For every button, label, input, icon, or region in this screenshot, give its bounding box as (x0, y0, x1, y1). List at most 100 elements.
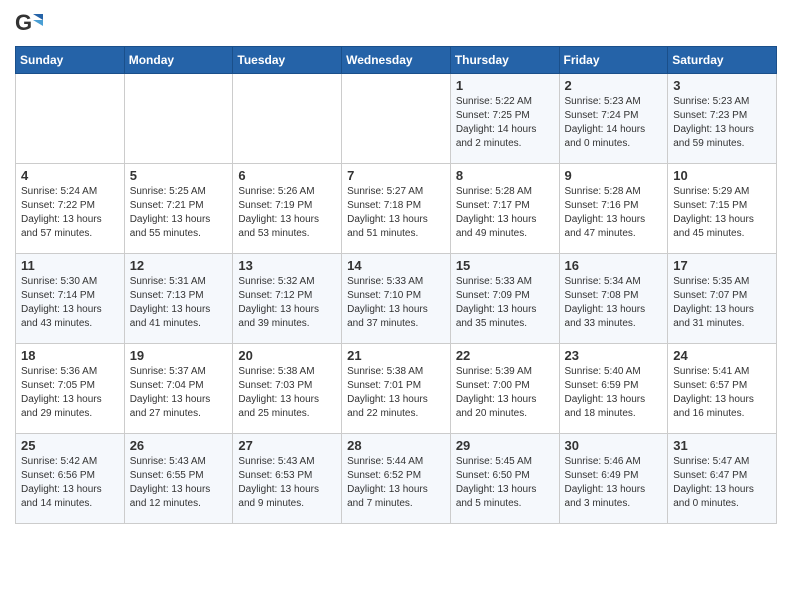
calendar-cell: 24 Sunrise: 5:41 AM Sunset: 6:57 PM Dayli… (668, 344, 777, 434)
day-info: Sunrise: 5:27 AM Sunset: 7:18 PM Dayligh… (347, 185, 445, 241)
day-number: 14 (347, 258, 445, 273)
day-number: 27 (238, 438, 336, 453)
day-header-sunday: Sunday (16, 47, 125, 74)
days-header-row: SundayMondayTuesdayWednesdayThursdayFrid… (16, 47, 777, 74)
day-info: Sunrise: 5:43 AM Sunset: 6:53 PM Dayligh… (238, 455, 336, 511)
day-number: 9 (565, 168, 663, 183)
day-info: Sunrise: 5:32 AM Sunset: 7:12 PM Dayligh… (238, 275, 336, 331)
calendar-cell: 27 Sunrise: 5:43 AM Sunset: 6:53 PM Dayli… (233, 434, 342, 524)
calendar-cell: 4 Sunrise: 5:24 AM Sunset: 7:22 PM Daylig… (16, 164, 125, 254)
day-number: 30 (565, 438, 663, 453)
day-number: 24 (673, 348, 771, 363)
day-number: 20 (238, 348, 336, 363)
day-number: 11 (21, 258, 119, 273)
day-info: Sunrise: 5:47 AM Sunset: 6:47 PM Dayligh… (673, 455, 771, 511)
day-number: 8 (456, 168, 554, 183)
day-header-monday: Monday (124, 47, 233, 74)
day-info: Sunrise: 5:24 AM Sunset: 7:22 PM Dayligh… (21, 185, 119, 241)
day-header-thursday: Thursday (450, 47, 559, 74)
day-info: Sunrise: 5:23 AM Sunset: 7:24 PM Dayligh… (565, 95, 663, 151)
calendar-cell: 12Sunrise: 5:31 AM Sunset: 7:13 PM Dayli… (124, 254, 233, 344)
day-number: 10 (673, 168, 771, 183)
week-row-3: 11Sunrise: 5:30 AM Sunset: 7:14 PM Dayli… (16, 254, 777, 344)
calendar-cell: 16 Sunrise: 5:34 AM Sunset: 7:08 PM Dayli… (559, 254, 668, 344)
day-number: 1 (456, 78, 554, 93)
day-info: Sunrise: 5:46 AM Sunset: 6:49 PM Dayligh… (565, 455, 663, 511)
day-number: 25 (21, 438, 119, 453)
page-header: G (15, 10, 777, 38)
day-info: Sunrise: 5:33 AM Sunset: 7:09 PM Dayligh… (456, 275, 554, 331)
logo-icon: G (15, 10, 43, 38)
day-number: 31 (673, 438, 771, 453)
day-info: Sunrise: 5:36 AM Sunset: 7:05 PM Dayligh… (21, 365, 119, 421)
day-info: Sunrise: 5:22 AM Sunset: 7:25 PM Dayligh… (456, 95, 554, 151)
day-header-saturday: Saturday (668, 47, 777, 74)
logo: G (15, 10, 47, 38)
day-info: Sunrise: 5:28 AM Sunset: 7:17 PM Dayligh… (456, 185, 554, 241)
calendar-cell: 9 Sunrise: 5:28 AM Sunset: 7:16 PM Daylig… (559, 164, 668, 254)
day-info: Sunrise: 5:23 AM Sunset: 7:23 PM Dayligh… (673, 95, 771, 151)
calendar-cell: 6 Sunrise: 5:26 AM Sunset: 7:19 PM Daylig… (233, 164, 342, 254)
day-info: Sunrise: 5:34 AM Sunset: 7:08 PM Dayligh… (565, 275, 663, 331)
day-number: 17 (673, 258, 771, 273)
calendar-cell: 14 Sunrise: 5:33 AM Sunset: 7:10 PM Dayli… (342, 254, 451, 344)
calendar-cell: 15 Sunrise: 5:33 AM Sunset: 7:09 PM Dayli… (450, 254, 559, 344)
day-info: Sunrise: 5:38 AM Sunset: 7:01 PM Dayligh… (347, 365, 445, 421)
calendar-cell: 17 Sunrise: 5:35 AM Sunset: 7:07 PM Dayli… (668, 254, 777, 344)
calendar-cell: 18 Sunrise: 5:36 AM Sunset: 7:05 PM Dayli… (16, 344, 125, 434)
day-header-wednesday: Wednesday (342, 47, 451, 74)
calendar-cell: 20 Sunrise: 5:38 AM Sunset: 7:03 PM Dayli… (233, 344, 342, 434)
day-number: 2 (565, 78, 663, 93)
calendar-cell: 19 Sunrise: 5:37 AM Sunset: 7:04 PM Dayli… (124, 344, 233, 434)
week-row-1: 1 Sunrise: 5:22 AM Sunset: 7:25 PM Daylig… (16, 74, 777, 164)
day-number: 15 (456, 258, 554, 273)
day-number: 4 (21, 168, 119, 183)
calendar-cell: 26Sunrise: 5:43 AM Sunset: 6:55 PM Dayli… (124, 434, 233, 524)
calendar-table: SundayMondayTuesdayWednesdayThursdayFrid… (15, 46, 777, 524)
day-info: Sunrise: 5:25 AM Sunset: 7:21 PM Dayligh… (130, 185, 228, 241)
day-number: 23 (565, 348, 663, 363)
calendar-cell: 11Sunrise: 5:30 AM Sunset: 7:14 PM Dayli… (16, 254, 125, 344)
week-row-2: 4 Sunrise: 5:24 AM Sunset: 7:22 PM Daylig… (16, 164, 777, 254)
day-info: Sunrise: 5:44 AM Sunset: 6:52 PM Dayligh… (347, 455, 445, 511)
day-info: Sunrise: 5:41 AM Sunset: 6:57 PM Dayligh… (673, 365, 771, 421)
calendar-cell: 31 Sunrise: 5:47 AM Sunset: 6:47 PM Dayli… (668, 434, 777, 524)
day-info: Sunrise: 5:38 AM Sunset: 7:03 PM Dayligh… (238, 365, 336, 421)
calendar-cell: 7 Sunrise: 5:27 AM Sunset: 7:18 PM Daylig… (342, 164, 451, 254)
week-row-5: 25 Sunrise: 5:42 AM Sunset: 6:56 PM Dayli… (16, 434, 777, 524)
day-number: 22 (456, 348, 554, 363)
day-info: Sunrise: 5:40 AM Sunset: 6:59 PM Dayligh… (565, 365, 663, 421)
day-info: Sunrise: 5:35 AM Sunset: 7:07 PM Dayligh… (673, 275, 771, 331)
day-number: 19 (130, 348, 228, 363)
calendar-cell: 10 Sunrise: 5:29 AM Sunset: 7:15 PM Dayli… (668, 164, 777, 254)
calendar-cell (342, 74, 451, 164)
day-info: Sunrise: 5:28 AM Sunset: 7:16 PM Dayligh… (565, 185, 663, 241)
calendar-cell: 5Sunrise: 5:25 AM Sunset: 7:21 PM Daylig… (124, 164, 233, 254)
calendar-cell: 13Sunrise: 5:32 AM Sunset: 7:12 PM Dayli… (233, 254, 342, 344)
calendar-cell: 3Sunrise: 5:23 AM Sunset: 7:23 PM Daylig… (668, 74, 777, 164)
calendar-cell: 28 Sunrise: 5:44 AM Sunset: 6:52 PM Dayli… (342, 434, 451, 524)
day-info: Sunrise: 5:42 AM Sunset: 6:56 PM Dayligh… (21, 455, 119, 511)
day-header-tuesday: Tuesday (233, 47, 342, 74)
day-number: 7 (347, 168, 445, 183)
day-info: Sunrise: 5:33 AM Sunset: 7:10 PM Dayligh… (347, 275, 445, 331)
day-number: 6 (238, 168, 336, 183)
calendar-cell: 21 Sunrise: 5:38 AM Sunset: 7:01 PM Dayli… (342, 344, 451, 434)
day-number: 16 (565, 258, 663, 273)
day-info: Sunrise: 5:29 AM Sunset: 7:15 PM Dayligh… (673, 185, 771, 241)
day-info: Sunrise: 5:37 AM Sunset: 7:04 PM Dayligh… (130, 365, 228, 421)
day-info: Sunrise: 5:26 AM Sunset: 7:19 PM Dayligh… (238, 185, 336, 241)
day-info: Sunrise: 5:39 AM Sunset: 7:00 PM Dayligh… (456, 365, 554, 421)
svg-text:G: G (15, 10, 32, 35)
day-number: 12 (130, 258, 228, 273)
calendar-cell: 22 Sunrise: 5:39 AM Sunset: 7:00 PM Dayli… (450, 344, 559, 434)
calendar-cell: 1 Sunrise: 5:22 AM Sunset: 7:25 PM Daylig… (450, 74, 559, 164)
calendar-cell: 2 Sunrise: 5:23 AM Sunset: 7:24 PM Daylig… (559, 74, 668, 164)
day-number: 18 (21, 348, 119, 363)
calendar-cell (124, 74, 233, 164)
day-number: 21 (347, 348, 445, 363)
day-header-friday: Friday (559, 47, 668, 74)
day-number: 26 (130, 438, 228, 453)
day-number: 28 (347, 438, 445, 453)
calendar-cell (16, 74, 125, 164)
